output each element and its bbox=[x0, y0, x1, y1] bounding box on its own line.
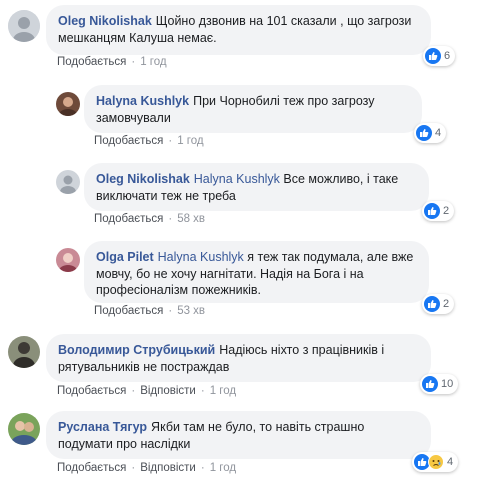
reply-olga: Olga Pilet Halyna Kushlyk я теж так подум… bbox=[0, 238, 490, 323]
comment-author[interactable]: Halyna Kushlyk bbox=[96, 94, 189, 108]
timestamp[interactable]: 53 хв bbox=[177, 305, 205, 317]
reaction-number: 10 bbox=[441, 378, 454, 390]
comment-author[interactable]: Oleg Nikolishak bbox=[96, 172, 190, 186]
comment-author[interactable]: Olga Pilet bbox=[96, 250, 154, 264]
comment-actions: Подобається · Відповісти · 1 год bbox=[57, 385, 236, 397]
thumbs-up-icon bbox=[416, 125, 432, 141]
avatar-image bbox=[56, 92, 80, 116]
reaction-count[interactable]: 4 bbox=[414, 123, 447, 143]
like-link[interactable]: Подобається bbox=[94, 135, 163, 147]
comment-actions: Подобається · 58 хв bbox=[94, 213, 205, 225]
avatar-image bbox=[8, 413, 40, 445]
comment-bubble: Oleg Nikolishak Halyna Kushlyk Все можлив… bbox=[84, 163, 429, 211]
like-link[interactable]: Подобається bbox=[94, 305, 163, 317]
comment-volodymyr: Володимир Струбицький Надіюсь ніхто з пра… bbox=[0, 330, 490, 405]
comment-bubble: Руслана Тягур Якби там не було, то навіть… bbox=[46, 411, 431, 459]
separator-dot: · bbox=[200, 462, 205, 474]
thumbs-up-icon bbox=[422, 376, 438, 392]
reaction-count[interactable]: 2 bbox=[422, 294, 455, 314]
avatar[interactable] bbox=[8, 336, 40, 368]
avatar-image bbox=[56, 170, 80, 194]
reaction-number: 2 bbox=[443, 298, 450, 310]
timestamp[interactable]: 1 год bbox=[210, 385, 236, 397]
comment-actions: Подобається · 1 год bbox=[94, 135, 204, 147]
comment-bubble: Володимир Струбицький Надіюсь ніхто з пра… bbox=[46, 334, 431, 382]
separator-dot: · bbox=[168, 213, 173, 225]
comment-author[interactable]: Руслана Тягур bbox=[58, 420, 147, 434]
thumbs-up-icon bbox=[425, 48, 441, 64]
comment-author[interactable]: Володимир Струбицький bbox=[58, 343, 215, 357]
separator-dot: · bbox=[131, 462, 136, 474]
comment-bubble: Halyna Kushlyk При Чорнобилі теж про загр… bbox=[84, 85, 422, 133]
like-link[interactable]: Подобається bbox=[94, 213, 163, 225]
like-link[interactable]: Подобається bbox=[57, 56, 126, 68]
timestamp[interactable]: 58 хв bbox=[177, 213, 205, 225]
comment-actions: Подобається · 1 год bbox=[57, 56, 167, 68]
avatar[interactable] bbox=[56, 248, 80, 272]
comment-bubble: Olga Pilet Halyna Kushlyk я теж так подум… bbox=[84, 241, 429, 303]
separator-dot: · bbox=[131, 56, 136, 68]
timestamp[interactable]: 1 год bbox=[140, 56, 166, 68]
separator-dot: · bbox=[168, 135, 173, 147]
sad-face-icon bbox=[428, 454, 444, 470]
like-link[interactable]: Подобається bbox=[57, 462, 126, 474]
avatar-image bbox=[8, 336, 40, 368]
reaction-number: 4 bbox=[435, 127, 442, 139]
timestamp[interactable]: 1 год bbox=[210, 462, 236, 474]
reaction-count[interactable]: 6 bbox=[423, 46, 456, 66]
timestamp[interactable]: 1 год bbox=[177, 135, 203, 147]
comment-author[interactable]: Oleg Nikolishak bbox=[58, 14, 152, 28]
separator-dot: · bbox=[168, 305, 173, 317]
reaction-count[interactable]: 10 bbox=[420, 374, 459, 394]
avatar-image bbox=[8, 10, 40, 42]
reaction-number: 2 bbox=[443, 205, 450, 217]
reply-link[interactable]: Відповісти bbox=[140, 385, 196, 397]
reaction-number: 4 bbox=[447, 456, 454, 468]
mention-link[interactable]: Halyna Kushlyk bbox=[194, 172, 280, 186]
reply-oleg: Oleg Nikolishak Halyna Kushlyk Все можлив… bbox=[0, 158, 490, 228]
reply-link[interactable]: Відповісти bbox=[140, 462, 196, 474]
reaction-count[interactable]: 2 bbox=[422, 201, 455, 221]
mention-link[interactable]: Halyna Kushlyk bbox=[158, 250, 244, 264]
avatar-image bbox=[56, 248, 80, 272]
thumbs-up-icon bbox=[424, 203, 440, 219]
reaction-count[interactable]: 4 bbox=[412, 452, 459, 472]
comment-ruslana: Руслана Тягур Якби там не було, то навіть… bbox=[0, 405, 490, 486]
separator-dot: · bbox=[200, 385, 205, 397]
avatar[interactable] bbox=[56, 170, 80, 194]
reaction-number: 6 bbox=[444, 50, 451, 62]
comment-oleg-1: Oleg Nikolishak Щойно дзвонив на 101 сказ… bbox=[0, 0, 490, 75]
separator-dot: · bbox=[131, 385, 136, 397]
reply-halyna: Halyna Kushlyk При Чорнобилі теж про загр… bbox=[0, 80, 490, 150]
thumbs-up-icon bbox=[424, 296, 440, 312]
avatar[interactable] bbox=[8, 413, 40, 445]
comment-actions: Подобається · 53 хв bbox=[94, 305, 205, 317]
comment-bubble: Oleg Nikolishak Щойно дзвонив на 101 сказ… bbox=[46, 5, 431, 55]
avatar[interactable] bbox=[56, 92, 80, 116]
comment-actions: Подобається · Відповісти · 1 год bbox=[57, 462, 236, 474]
like-link[interactable]: Подобається bbox=[57, 385, 126, 397]
avatar[interactable] bbox=[8, 10, 40, 42]
